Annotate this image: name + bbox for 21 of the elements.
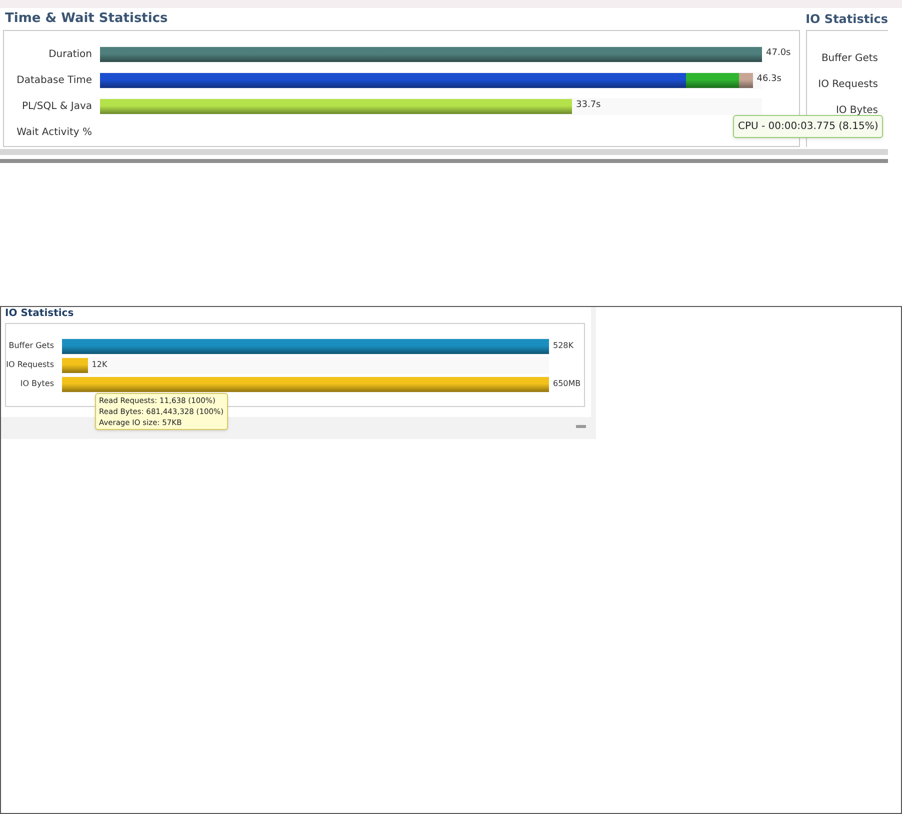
metric-value: 650MB — [553, 378, 581, 390]
metric-label: PL/SQL & Java — [20, 100, 92, 114]
metric-label: IO Requests — [818, 78, 878, 92]
metric-label: Wait Activity % — [16, 126, 92, 140]
metric-value: 47.0s — [766, 46, 791, 60]
metric-value: 46.3s — [756, 72, 782, 86]
tooltip: CPU - 00:00:03.775 (8.15%) — [733, 115, 884, 138]
metric-value: 528K — [553, 340, 574, 352]
panel-title: IO Statistics — [806, 11, 888, 28]
metric-label: Buffer Gets — [821, 52, 878, 66]
metric-label: IO Bytes — [19, 378, 54, 390]
metric-label: Database Time — [16, 74, 92, 88]
metric-label: Duration — [48, 48, 92, 62]
metric-value: 12K — [92, 358, 108, 370]
metric-label: Buffer Gets — [8, 340, 54, 352]
metric-label: IO Bytes — [836, 104, 878, 118]
metric-value: 33.7s — [576, 98, 601, 112]
panel-title: Time & Wait Statistics — [4, 10, 169, 28]
panel-title: IO Statistics — [4, 307, 75, 321]
metric-label: IO Requests — [6, 359, 54, 371]
minimize-icon[interactable] — [576, 425, 586, 428]
